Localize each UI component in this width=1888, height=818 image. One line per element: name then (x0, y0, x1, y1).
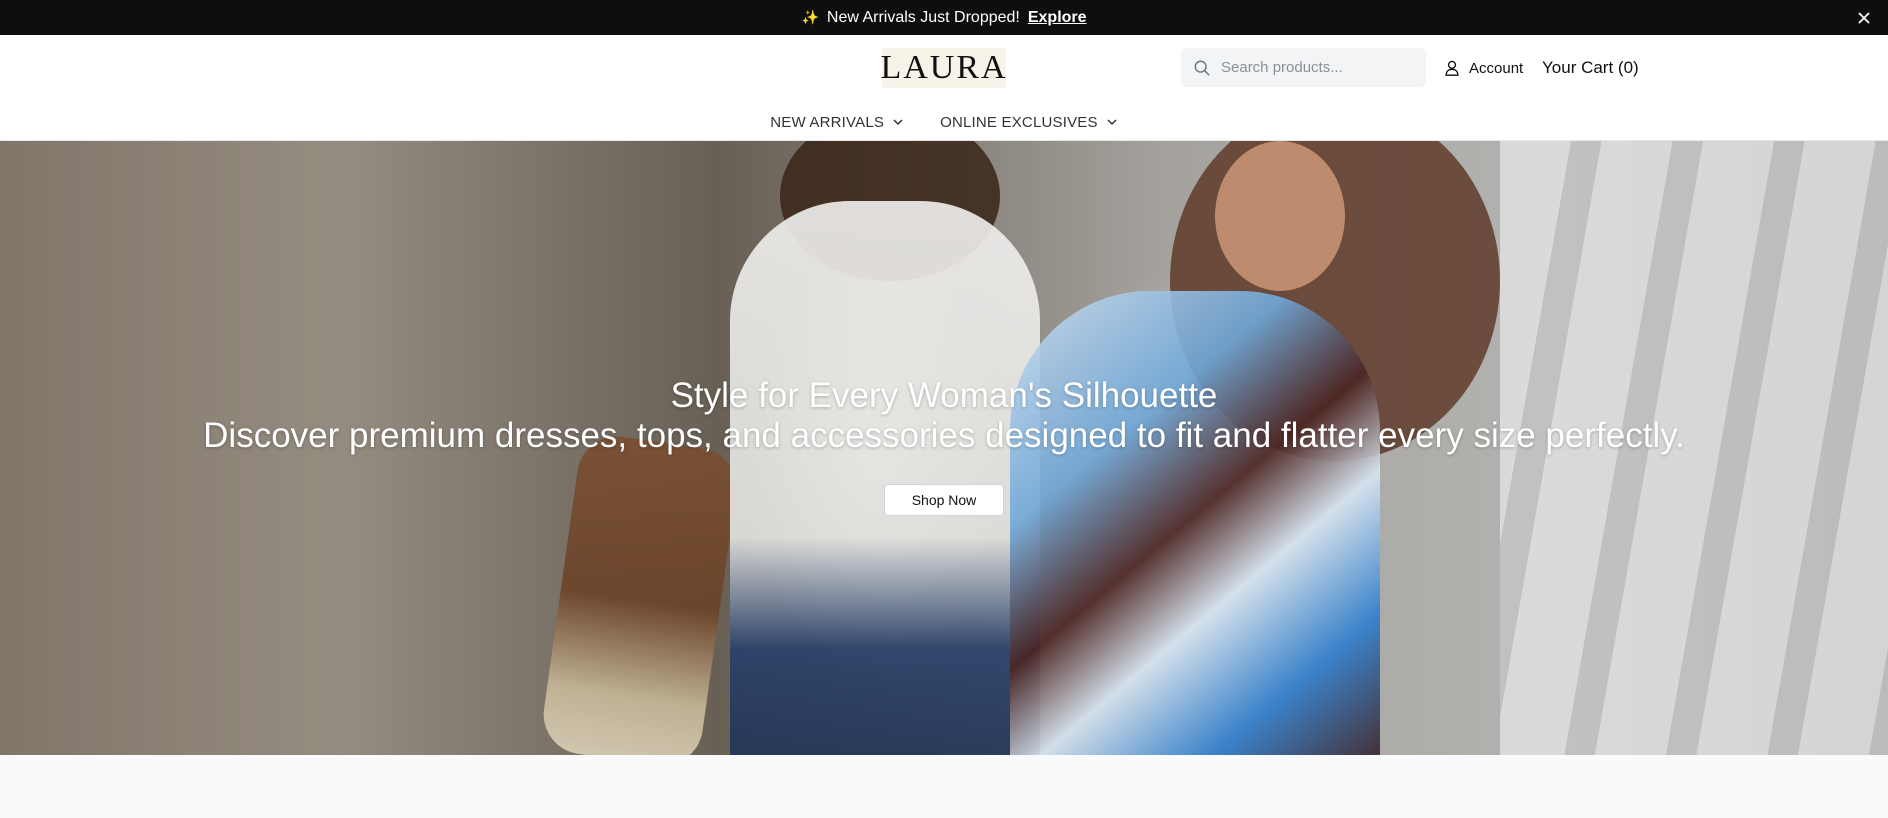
chevron-down-icon (1107, 119, 1117, 126)
nav-item-label: NEW ARRIVALS (770, 113, 885, 131)
nav-item-new-arrivals[interactable]: NEW ARRIVALS (770, 107, 904, 137)
nav-item-label: ONLINE EXCLUSIVES (940, 113, 1098, 131)
cart-link[interactable]: Your Cart (0) (1542, 55, 1639, 81)
hero-text: Style for Every Woman's Silhouette Disco… (0, 376, 1888, 456)
shop-now-button[interactable]: Shop Now (884, 484, 1004, 516)
hero-model-right-face (1215, 141, 1345, 291)
user-icon (1445, 60, 1459, 76)
nav-item-online-exclusives[interactable]: ONLINE EXCLUSIVES (940, 107, 1118, 137)
account-link[interactable]: Account (1443, 55, 1523, 81)
search-input[interactable] (1221, 59, 1421, 76)
sparkle-icon: ✨ (801, 9, 819, 25)
hero-model-right-dress (1010, 291, 1380, 755)
site-header: LAURA Account Your Cart (0) NEW ARRIVALS… (0, 35, 1888, 141)
hero-banner: Style for Every Woman's Silhouette Disco… (0, 141, 1888, 755)
chevron-down-icon (893, 119, 903, 126)
announcement-message: New Arrivals Just Dropped! (826, 8, 1020, 26)
account-label: Account (1469, 59, 1524, 77)
hero-model-left (730, 201, 1040, 755)
announcement-bar: ✨ New Arrivals Just Dropped! Explore (0, 0, 1888, 35)
main-nav: NEW ARRIVALS ONLINE EXCLUSIVES (0, 107, 1888, 137)
hero-subtitle: Discover premium dresses, tops, and acce… (203, 416, 1685, 455)
search-icon (1194, 60, 1210, 76)
brand-logo[interactable]: LAURA (880, 48, 1006, 88)
explore-link[interactable]: Explore (1028, 9, 1087, 27)
hero-title: Style for Every Woman's Silhouette (670, 376, 1218, 415)
hero-tote-bag (538, 431, 742, 755)
search-box[interactable] (1181, 48, 1426, 87)
close-icon[interactable] (1854, 8, 1874, 28)
